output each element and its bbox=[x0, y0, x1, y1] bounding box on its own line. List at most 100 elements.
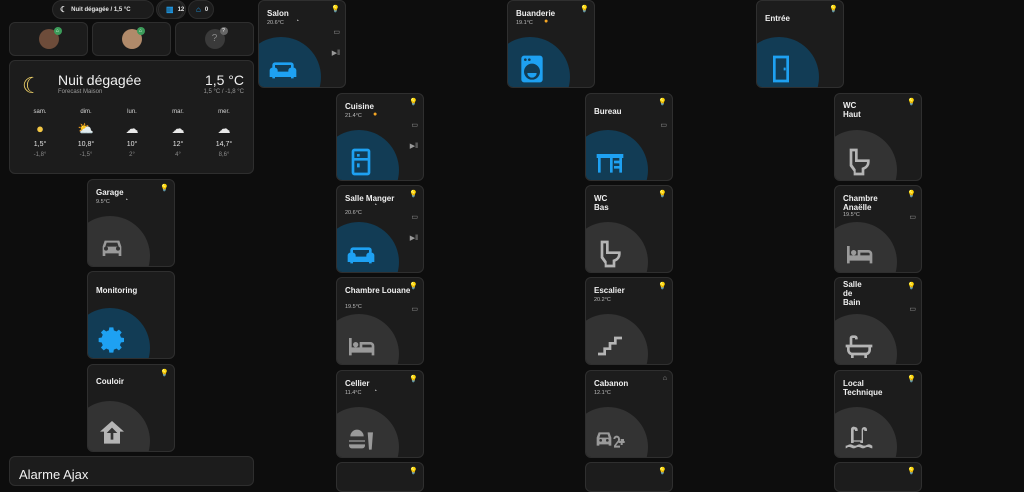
room-name: Escalier bbox=[594, 286, 625, 295]
room-card-partial[interactable]: 💡 bbox=[585, 462, 673, 492]
room-name: Cuisine bbox=[345, 102, 374, 111]
person-button-3[interactable]: ?? bbox=[175, 22, 254, 56]
person-button-1[interactable]: ⌂ bbox=[9, 22, 88, 56]
room-card-cuisine[interactable]: Cuisine 21.4°C ● 💡 ▭ ▶‖ bbox=[336, 93, 424, 181]
pool-icon bbox=[845, 426, 873, 449]
room-temp: 19.1°C bbox=[516, 20, 533, 26]
room-card-salle-manger[interactable]: Salle Manger 20.6°C ◔ 💡 ▭ ▶‖ bbox=[336, 185, 424, 273]
forecast-low: -1,5° bbox=[79, 152, 93, 158]
room-temp: 19.5°C bbox=[843, 212, 860, 218]
status-chip-home[interactable]: ⌂ 0 bbox=[188, 0, 214, 19]
room-temp: 20.6°C bbox=[267, 20, 284, 26]
forecast-day: sam. ● 1,5° -1,8° bbox=[20, 109, 60, 158]
thermometer-icon: ◔ bbox=[373, 202, 378, 209]
washing-machine-icon bbox=[521, 55, 543, 83]
light-bulb-icon[interactable]: 💡 bbox=[907, 375, 916, 383]
room-name: Buanderie bbox=[516, 9, 556, 18]
forecast-low: -1,8° bbox=[33, 152, 47, 158]
room-card-salon[interactable]: Salon 20.6°C ◔ 💡 ▭ ▶‖ bbox=[258, 0, 346, 88]
play-pause-icon[interactable]: ▶‖ bbox=[410, 142, 418, 150]
light-bulb-icon[interactable]: 💡 bbox=[409, 282, 418, 290]
room-card-partial[interactable]: 💡 bbox=[336, 462, 424, 492]
room-card-partial[interactable]: 💡 bbox=[834, 462, 922, 492]
room-temp: 21.4°C bbox=[345, 113, 362, 119]
person-button-2[interactable]: ⌂ bbox=[92, 22, 171, 56]
room-temp: 9.5°C bbox=[96, 199, 110, 205]
room-card-garage[interactable]: Garage 9.5°C ◔ 💡 bbox=[87, 179, 175, 267]
light-bulb-icon[interactable]: 💡 bbox=[160, 369, 169, 377]
light-bulb-icon[interactable]: 💡 bbox=[409, 467, 418, 475]
room-card-local-technique[interactable]: Local Technique 💡 bbox=[834, 370, 922, 458]
blinds-icon[interactable]: ▭ bbox=[909, 305, 916, 313]
weather-card[interactable]: ☾ Nuit dégagée Forecast Maison 1,5 °C 1,… bbox=[9, 60, 254, 174]
weather-temp: 1,5 °C bbox=[204, 72, 244, 88]
sofa-icon bbox=[347, 247, 375, 264]
room-card-bureau[interactable]: Bureau 💡 ▭ bbox=[585, 93, 673, 181]
toilet-icon bbox=[600, 240, 621, 268]
chip-text: 0 bbox=[204, 6, 209, 13]
light-bulb-icon[interactable]: 💡 bbox=[829, 5, 838, 13]
room-name: Local Technique bbox=[843, 379, 883, 397]
light-bulb-icon[interactable]: 💡 bbox=[580, 5, 589, 13]
room-name: Chambre Louane bbox=[345, 286, 411, 295]
room-name: Chambre Anaëlle bbox=[843, 194, 878, 212]
avatar: ⌂ bbox=[38, 27, 62, 49]
room-card-chambre-louane[interactable]: Chambre Louane 19.5°C 💡 ▭ bbox=[336, 277, 424, 365]
room-card-cellier[interactable]: Cellier 11.4°C ◔ 💡 bbox=[336, 370, 424, 458]
sun-icon: ● bbox=[36, 121, 44, 136]
play-pause-icon[interactable]: ▶‖ bbox=[410, 234, 418, 242]
room-card-cabanon[interactable]: Cabanon 12.1°C ⌂ bbox=[585, 370, 673, 458]
room-card-chambre-anaelle[interactable]: Chambre Anaëlle 19.5°C 💡 ▭ bbox=[834, 185, 922, 273]
forecast-low: 8,6° bbox=[218, 152, 230, 158]
room-card-monitoring[interactable]: Monitoring bbox=[87, 271, 175, 359]
forecast-day: mar. ☁ 12° 4° bbox=[158, 109, 198, 158]
light-bulb-icon[interactable]: 💡 bbox=[658, 98, 667, 106]
blinds-icon[interactable]: ▭ bbox=[411, 305, 418, 313]
room-temp: 20.6°C bbox=[345, 210, 362, 216]
blinds-icon[interactable]: ▭ bbox=[333, 28, 340, 36]
thermometer-icon: ◔ bbox=[124, 197, 129, 204]
room-card-wc-bas[interactable]: WC Bas 💡 bbox=[585, 185, 673, 273]
garage-icon[interactable]: ⌂ bbox=[663, 375, 667, 382]
home-badge-icon: ⌂ bbox=[53, 27, 62, 35]
light-bulb-icon[interactable]: 💡 bbox=[907, 98, 916, 106]
avatar: ⌂ bbox=[121, 27, 145, 49]
light-bulb-icon[interactable]: 💡 bbox=[658, 467, 667, 475]
light-bulb-icon[interactable]: 💡 bbox=[907, 282, 916, 290]
light-bulb-icon[interactable]: 💡 bbox=[409, 98, 418, 106]
blinds-icon[interactable]: ▭ bbox=[660, 121, 667, 129]
home-icon: ⌂ bbox=[196, 5, 201, 14]
room-card-wc-haut[interactable]: WC Haut 💡 bbox=[834, 93, 922, 181]
light-bulb-icon[interactable]: 💡 bbox=[160, 184, 169, 192]
light-bulb-icon[interactable]: 💡 bbox=[658, 282, 667, 290]
light-bulb-icon[interactable]: 💡 bbox=[907, 467, 916, 475]
light-bulb-icon[interactable]: 💡 bbox=[409, 375, 418, 383]
rain-icon: ☁ bbox=[217, 121, 231, 136]
blinds-icon[interactable]: ▭ bbox=[411, 121, 418, 129]
room-card-salle-bain[interactable]: Salle de Bain 💡 ▭ bbox=[834, 277, 922, 365]
room-name: Couloir bbox=[96, 377, 124, 386]
room-card-couloir[interactable]: Couloir 💡 bbox=[87, 364, 175, 452]
light-bulb-icon[interactable]: 💡 bbox=[409, 190, 418, 198]
room-card-escalier[interactable]: Escalier 20.2°C 💡 bbox=[585, 277, 673, 365]
weather-condition: Nuit dégagée bbox=[58, 72, 142, 88]
weather-source: Forecast Maison bbox=[58, 89, 103, 95]
chip-text: Nuit dégagée / 1,5 °C bbox=[71, 6, 131, 13]
home-arrow-icon bbox=[100, 421, 124, 444]
status-chip-weather[interactable]: ☾ Nuit dégagée / 1,5 °C bbox=[52, 0, 154, 19]
forecast-day: lun. ☁ 10° 2° bbox=[112, 109, 152, 158]
light-bulb-icon[interactable]: 💡 bbox=[907, 190, 916, 198]
rain-icon: ☁ bbox=[171, 121, 185, 136]
room-card-entree[interactable]: Entrée 💡 bbox=[756, 0, 844, 88]
alarm-card[interactable]: Alarme Ajax bbox=[9, 456, 254, 486]
room-card-buanderie[interactable]: Buanderie 19.1°C ● 💡 bbox=[507, 0, 595, 88]
forecast-day-label: mer. bbox=[218, 109, 230, 115]
status-chip-covers[interactable]: ▥ 12 bbox=[158, 0, 184, 19]
stairs-icon bbox=[598, 336, 622, 356]
play-pause-icon[interactable]: ▶‖ bbox=[332, 49, 340, 57]
blinds-icon[interactable]: ▭ bbox=[909, 213, 916, 221]
forecast-low: 2° bbox=[129, 152, 135, 158]
light-bulb-icon[interactable]: 💡 bbox=[331, 5, 340, 13]
light-bulb-icon[interactable]: 💡 bbox=[658, 190, 667, 198]
blinds-icon[interactable]: ▭ bbox=[411, 213, 418, 221]
